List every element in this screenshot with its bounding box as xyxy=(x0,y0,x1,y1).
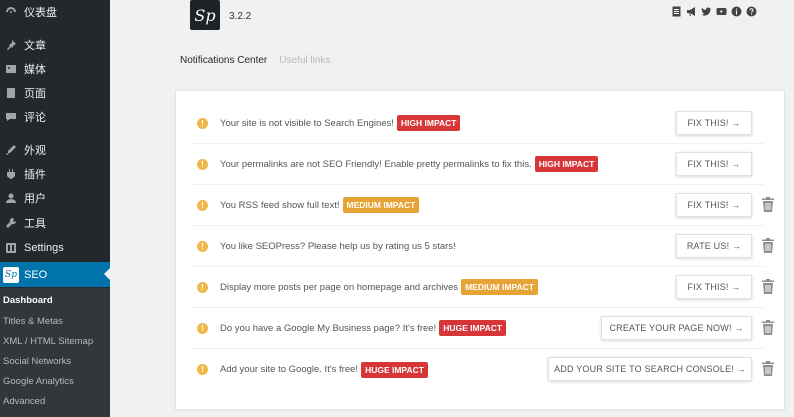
sidebar-item-users[interactable]: 用户 xyxy=(0,186,110,210)
tab-notifications-center[interactable]: Notifications Center xyxy=(180,55,267,66)
sidebar-item-label: 页面 xyxy=(24,88,46,100)
comment-icon xyxy=(3,109,19,125)
submenu-advanced[interactable]: Advanced xyxy=(3,396,45,407)
sidebar-item-tools[interactable]: 工具 xyxy=(0,211,110,235)
document-icon[interactable] xyxy=(671,6,682,17)
seo-submenu: Dashboard Titles & Metas XML / HTML Site… xyxy=(0,288,110,417)
impact-badge: MEDIUM IMPACT xyxy=(342,197,420,213)
notification-message: Display more posts per page on homepage … xyxy=(220,281,459,293)
active-arrow xyxy=(104,268,110,280)
impact-badge: HIGH IMPACT xyxy=(396,115,461,131)
page-icon xyxy=(3,85,19,101)
appearance-icon xyxy=(3,142,19,158)
trash-icon[interactable] xyxy=(762,279,774,294)
notification-row: ! Your permalinks are not SEO Friendly! … xyxy=(192,144,764,185)
sidebar-item-pages[interactable]: 页面 xyxy=(0,81,110,105)
notification-message: Your site is not visible to Search Engin… xyxy=(220,117,394,129)
version-label: 3.2.2 xyxy=(229,11,252,22)
sidebar-item-label: 用户 xyxy=(24,193,46,205)
warning-icon: ! xyxy=(197,281,208,293)
trash-icon[interactable] xyxy=(762,197,774,212)
create-your-page-button[interactable]: CREATE YOUR PAGE NOW! → xyxy=(601,316,752,340)
notification-row: ! Your site is not visible to Search Eng… xyxy=(192,103,764,144)
warning-icon: ! xyxy=(197,364,208,375)
trash-icon[interactable] xyxy=(762,238,774,253)
add-to-search-console-button[interactable]: ADD YOUR SITE TO SEARCH CONSOLE! → xyxy=(548,357,752,381)
media-icon xyxy=(3,61,19,77)
warning-icon: ! xyxy=(197,158,208,170)
submenu-dashboard[interactable]: Dashboard xyxy=(3,295,53,306)
youtube-icon[interactable] xyxy=(716,6,727,17)
submenu-social-networks[interactable]: Social Networks xyxy=(3,356,71,367)
notification-message: Add your site to Google. It's free! xyxy=(220,364,359,375)
seopress-icon: Sp xyxy=(3,266,19,283)
fix-this-button[interactable]: FIX THIS! → xyxy=(676,152,752,176)
pin-icon xyxy=(3,37,19,53)
sidebar-item-plugins[interactable]: 插件 xyxy=(0,162,110,186)
header-icons xyxy=(671,6,757,17)
sidebar-item-settings[interactable]: Settings xyxy=(0,236,110,260)
sidebar-item-label: 评论 xyxy=(24,112,46,124)
impact-badge: HUGE IMPACT xyxy=(361,361,428,378)
notification-row: ! Add your site to Google. It's free! HU… xyxy=(192,349,774,390)
sidebar-item-label: 插件 xyxy=(24,169,46,181)
sidebar-item-appearance[interactable]: 外观 xyxy=(0,138,110,162)
sidebar-item-dashboard[interactable]: 仪表盘 xyxy=(0,0,110,24)
sidebar-item-seo[interactable]: Sp SEO xyxy=(0,262,110,287)
trash-icon[interactable] xyxy=(762,361,774,376)
fix-this-button[interactable]: FIX THIS! → xyxy=(676,275,752,299)
fix-this-button[interactable]: FIX THIS! → xyxy=(676,111,752,135)
warning-icon: ! xyxy=(197,199,208,211)
notification-row: ! Display more posts per page on homepag… xyxy=(192,267,774,308)
rate-us-button[interactable]: RATE US! → xyxy=(676,234,752,258)
sidebar-item-label: 媒体 xyxy=(24,64,46,76)
notification-row: ! You like SEOPress? Please help us by r… xyxy=(192,226,774,267)
sidebar-item-label: 文章 xyxy=(24,40,46,52)
notification-message: Your permalinks are not SEO Friendly! En… xyxy=(220,158,532,170)
tab-useful-links[interactable]: Useful links xyxy=(279,55,330,66)
sidebar-item-label: 工具 xyxy=(24,218,46,230)
fix-this-button[interactable]: FIX THIS! → xyxy=(676,193,752,217)
submenu-titles-metas[interactable]: Titles & Metas xyxy=(3,316,63,327)
warning-icon: ! xyxy=(197,322,208,334)
submenu-google-analytics[interactable]: Google Analytics xyxy=(3,376,74,387)
warning-icon: ! xyxy=(197,117,208,129)
sidebar-item-label: SEO xyxy=(24,268,48,281)
notification-row: ! You RSS feed show full text! MEDIUM IM… xyxy=(192,185,774,226)
impact-badge: HUGE IMPACT xyxy=(439,320,507,336)
sidebar-item-label: 仪表盘 xyxy=(24,7,57,19)
user-icon xyxy=(3,190,19,206)
impact-badge: MEDIUM IMPACT xyxy=(461,279,538,295)
notification-row: ! Do you have a Google My Business page?… xyxy=(192,308,774,349)
info-icon[interactable] xyxy=(731,6,742,17)
warning-icon: ! xyxy=(197,240,208,252)
sidebar-item-label: Settings xyxy=(24,242,64,254)
sidebar-item-posts[interactable]: 文章 xyxy=(0,33,110,57)
twitter-icon[interactable] xyxy=(701,6,712,17)
notification-message: You RSS feed show full text! xyxy=(220,199,340,211)
seopress-logo: Sp xyxy=(190,0,220,30)
help-icon[interactable] xyxy=(746,6,757,17)
notifications-card: ! Your site is not visible to Search Eng… xyxy=(175,90,785,410)
sidebar-item-comments[interactable]: 评论 xyxy=(0,105,110,129)
dashboard-icon xyxy=(3,4,19,20)
notification-message: You like SEOPress? Please help us by rat… xyxy=(220,240,456,252)
admin-sidebar: 仪表盘 文章 媒体 页面 评论 外观 插件 用户 工具 Settings Sp … xyxy=(0,0,110,417)
settings-icon xyxy=(3,240,19,256)
notification-tabs: Notifications Center Useful links xyxy=(180,55,330,66)
notification-message: Do you have a Google My Business page? I… xyxy=(220,322,437,334)
sidebar-item-media[interactable]: 媒体 xyxy=(0,57,110,81)
submenu-sitemap[interactable]: XML / HTML Sitemap xyxy=(3,336,93,347)
megaphone-icon[interactable] xyxy=(686,6,697,17)
sidebar-item-label: 外观 xyxy=(24,145,46,157)
impact-badge: HIGH IMPACT xyxy=(534,156,599,172)
wrench-icon xyxy=(3,215,19,231)
plugin-icon xyxy=(3,166,19,182)
trash-icon[interactable] xyxy=(762,320,774,335)
